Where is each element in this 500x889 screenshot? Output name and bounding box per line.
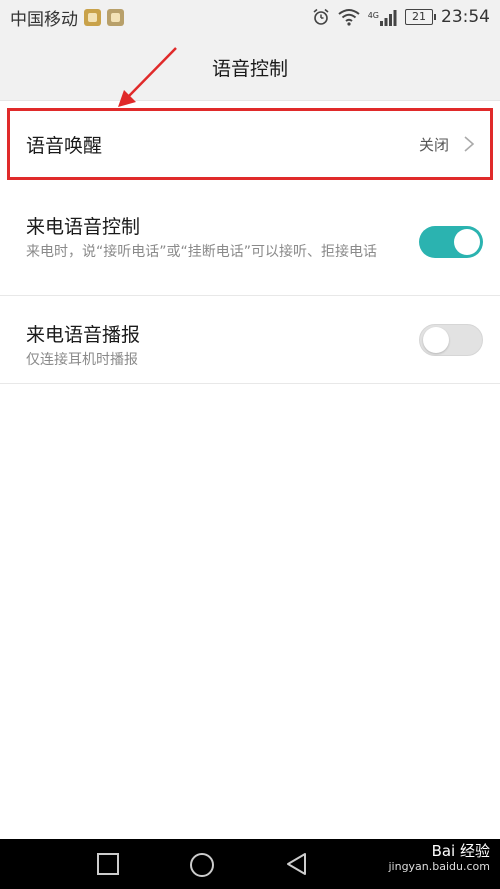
chevron-right-icon [464,136,475,152]
call-voice-control-text: 来电语音控制 来电时，说“接听电话”或“挂断电话”可以接听、拒接电话 [26,212,396,262]
call-voice-broadcast-toggle[interactable] [419,324,483,356]
clock: 23:54 [441,7,490,27]
watermark: Bai 经验 jingyan.baidu.com [388,843,490,875]
call-voice-broadcast-row: 来电语音播报 仅连接耳机时播报 [0,296,500,384]
battery-level: 21 [412,10,426,23]
call-voice-broadcast-text: 来电语音播报 仅连接耳机时播报 [26,320,396,370]
call-voice-control-subtitle: 来电时，说“接听电话”或“挂断电话”可以接听、拒接电话 [26,244,378,260]
status-bar: 中国移动 4G 21 23:54 [0,0,500,34]
call-voice-broadcast-subtitle: 仅连接耳机时播报 [26,352,138,368]
notification-icon [84,8,101,26]
title-bar: 语音控制 [0,34,500,101]
status-right: 4G 21 23:54 [312,7,490,27]
home-icon[interactable] [189,852,215,878]
gallery-notification-icon [107,8,124,26]
back-icon[interactable] [285,852,309,876]
page-title: 语音控制 [211,57,288,80]
watermark-domain: jingyan.baidu.com [388,860,490,873]
toggle-knob [423,327,449,353]
voice-wake-status: 关闭 [419,134,475,155]
call-voice-control-title: 来电语音控制 [26,216,141,238]
network-type: 4G [367,10,379,20]
signal-icon [380,9,397,26]
voice-wake-title: 语音唤醒 [26,134,103,157]
call-voice-control-row: 来电语音控制 来电时，说“接听电话”或“挂断电话”可以接听、拒接电话 [0,188,500,296]
toggle-knob [454,229,480,255]
wifi-icon [338,9,360,26]
recent-apps-icon[interactable] [96,852,120,876]
call-voice-broadcast-title: 来电语音播报 [26,324,141,346]
voice-wake-row[interactable]: 语音唤醒 关闭 [7,108,493,180]
call-voice-control-toggle[interactable] [419,226,483,258]
carrier-label: 中国移动 [10,9,78,30]
voice-wake-value: 关闭 [418,135,449,154]
battery-icon: 21 [405,9,436,25]
signal-group: 4G [368,9,397,26]
status-left: 中国移动 [10,5,124,30]
alarm-icon [313,8,329,25]
watermark-brand: Bai 经验 [431,842,490,860]
